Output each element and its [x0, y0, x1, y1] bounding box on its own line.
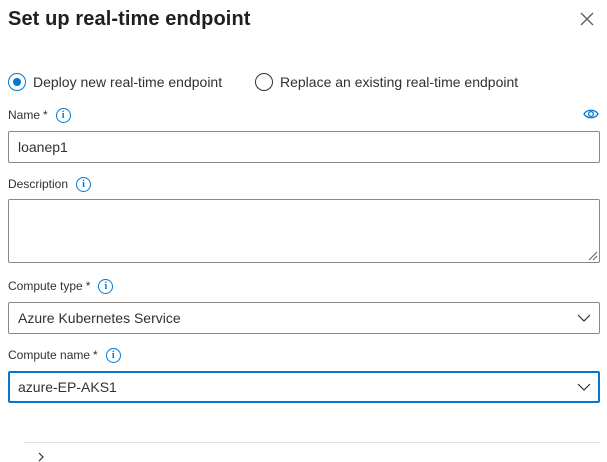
chevron-right-icon: [38, 452, 44, 462]
compute-type-dropdown[interactable]: Azure Kubernetes Service: [8, 302, 600, 334]
radio-button-unchecked[interactable]: [255, 73, 273, 91]
panel-title: Set up real-time endpoint: [8, 8, 251, 30]
radio-replace-existing[interactable]: Replace an existing real-time endpoint: [255, 71, 518, 93]
required-mark: *: [93, 348, 98, 362]
info-icon[interactable]: i: [105, 347, 121, 363]
chevron-down-icon: [577, 383, 591, 391]
compute-type-label: Compute type: [8, 279, 83, 293]
info-icon[interactable]: i: [98, 278, 114, 294]
info-icon[interactable]: i: [76, 176, 92, 192]
eye-icon[interactable]: [583, 107, 599, 121]
name-label-row: Name * i: [8, 107, 71, 123]
radio-deploy-new-label: Deploy new real-time endpoint: [33, 74, 223, 90]
compute-type-label-row: Compute type * i: [8, 278, 114, 294]
description-textarea[interactable]: [8, 199, 600, 263]
compute-name-label-row: Compute name * i: [8, 347, 121, 363]
required-mark: *: [85, 279, 91, 293]
compute-type-value: Azure Kubernetes Service: [18, 310, 181, 326]
section-divider: [24, 442, 600, 443]
radio-deploy-new[interactable]: Deploy new real-time endpoint: [8, 71, 222, 93]
radio-replace-existing-label: Replace an existing real-time endpoint: [280, 74, 519, 90]
compute-name-dropdown[interactable]: azure-EP-AKS1: [8, 371, 600, 403]
resize-grip-icon[interactable]: [586, 249, 598, 261]
name-input[interactable]: loanep1: [8, 131, 600, 163]
advanced-section-toggle[interactable]: [36, 452, 46, 462]
description-label: Description: [8, 177, 69, 191]
radio-button-checked[interactable]: [8, 73, 26, 91]
description-label-row: Description i: [8, 176, 92, 192]
close-icon[interactable]: [578, 10, 596, 28]
compute-name-label: Compute name: [8, 348, 91, 362]
chevron-down-icon: [577, 314, 591, 322]
required-mark: *: [43, 108, 48, 122]
info-icon[interactable]: i: [55, 107, 71, 123]
name-label: Name: [8, 108, 41, 122]
compute-name-value: azure-EP-AKS1: [18, 379, 117, 395]
